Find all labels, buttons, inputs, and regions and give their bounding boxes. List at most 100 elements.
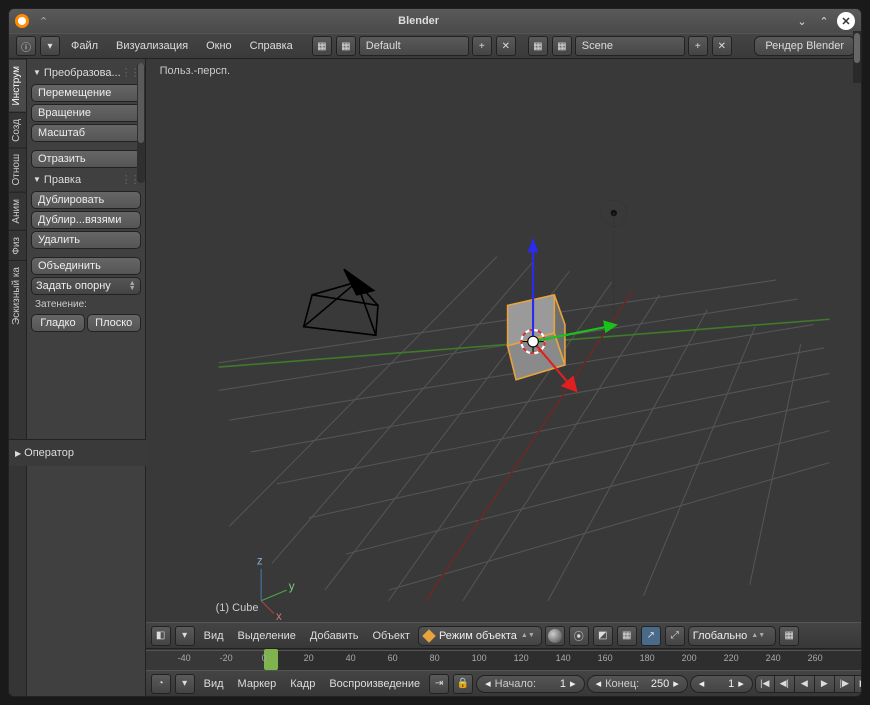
editor-type-icon[interactable]: ⓘ (16, 36, 36, 56)
mode-select[interactable]: Режим объекта▲▼ (418, 626, 542, 646)
range-icon[interactable]: ⇥ (429, 674, 449, 694)
timeline-tick: 240 (766, 653, 781, 663)
maximize-button[interactable]: ⌃ (815, 12, 833, 30)
minimize-button[interactable]: ⌄ (793, 12, 811, 30)
start-frame-field[interactable]: ◂Начало:1▸ (476, 675, 584, 693)
scene-add-button[interactable]: + (688, 36, 708, 56)
manipulator-type-icon[interactable]: ⤢ (665, 626, 685, 646)
lamp-object (601, 200, 626, 318)
mirror-button[interactable]: Отразить (31, 150, 141, 168)
shade-up-icon[interactable]: ⌃ (39, 15, 48, 28)
vp-menu-object[interactable]: Объект (366, 627, 415, 645)
current-frame-field[interactable]: ◂1▸ (690, 675, 753, 693)
shade-flat-button[interactable]: Плоско (87, 314, 141, 332)
panel-transform-header[interactable]: ▼Преобразова...⋮⋮ (31, 63, 141, 82)
render-engine-select[interactable]: Рендер Blender (754, 36, 855, 56)
tab-tools[interactable]: Инструм (9, 59, 26, 112)
cube-icon (422, 629, 436, 643)
jump-end-button[interactable]: ▶| (855, 675, 861, 693)
svg-text:y: y (288, 580, 294, 593)
editor-type-3d-icon[interactable]: ◧ (151, 626, 171, 646)
tl-menu-frame[interactable]: Кадр (284, 675, 321, 693)
timeline-header: ◔ ▾ Вид Маркер Кадр Воспроизведение ⇥ 🔒 … (146, 670, 861, 696)
timeline-editor-icon[interactable]: ◔ (151, 674, 171, 694)
timeline-tick: 160 (598, 653, 613, 663)
pivot-2-icon[interactable]: ◩ (593, 626, 613, 646)
3d-viewport[interactable]: Польз.-персп. + (146, 59, 861, 622)
lock-icon[interactable]: 🔒 (453, 674, 473, 694)
rotate-button[interactable]: Вращение (31, 104, 141, 122)
timeline-tick: 100 (472, 653, 487, 663)
content: Инструм Созд Отнош Аним Физ Эскизный ка … (9, 59, 861, 696)
tab-relations[interactable]: Отнош (9, 147, 26, 191)
operator-header[interactable]: ▶Оператор (13, 444, 167, 462)
menu-help[interactable]: Справка (242, 37, 301, 55)
blender-logo-icon (15, 14, 29, 28)
duplicate-linked-button[interactable]: Дублир...вязями (31, 211, 141, 229)
tl-menu-playback[interactable]: Воспроизведение (323, 675, 426, 693)
timeline-tick: 120 (514, 653, 529, 663)
scene-svg: z y x (146, 59, 861, 622)
timeline-tick: 20 (304, 653, 314, 663)
menu-file[interactable]: Файл (63, 37, 106, 55)
vp-menu-add[interactable]: Добавить (304, 627, 365, 645)
shading-select[interactable] (545, 626, 565, 646)
timeline-tick: 140 (556, 653, 571, 663)
scene-del-button[interactable]: ✕ (712, 36, 732, 56)
pivot-icon[interactable]: ⦿ (569, 626, 589, 646)
tl-menu-view[interactable]: Вид (198, 675, 230, 693)
layout-name-field[interactable]: Default (359, 36, 469, 56)
tab-create[interactable]: Созд (9, 112, 26, 148)
play-button[interactable]: ▶ (815, 675, 835, 693)
collapse-menu-icon[interactable]: ▾ (40, 36, 60, 56)
svg-text:x: x (276, 610, 282, 622)
timeline-ruler[interactable]: -40-200204060801001201401601802002202402… (146, 648, 861, 670)
shade-smooth-button[interactable]: Гладко (31, 314, 85, 332)
manipulator-toggle[interactable]: ↗ (641, 626, 661, 646)
tab-anim[interactable]: Аним (9, 192, 26, 230)
jump-start-button[interactable]: |◀ (755, 675, 775, 693)
timeline-tick: 0 (262, 653, 267, 663)
scale-button[interactable]: Масштаб (31, 124, 141, 142)
timeline-tick: 60 (388, 653, 398, 663)
scene-browse-icon[interactable]: ▦ (528, 36, 548, 56)
vp-menu-select[interactable]: Выделение (232, 627, 302, 645)
sphere-icon (548, 629, 562, 643)
scene-name-field[interactable]: Scene (575, 36, 685, 56)
svg-text:z: z (257, 555, 263, 568)
timeline-tick: -40 (178, 653, 191, 663)
collapse-icon[interactable]: ▾ (175, 626, 195, 646)
play-rev-button[interactable]: ◀ (795, 675, 815, 693)
scrollbar[interactable] (137, 63, 145, 183)
end-frame-field[interactable]: ◂Конец:250▸ (587, 675, 688, 693)
tab-physics[interactable]: Физ (9, 230, 26, 261)
tab-gpencil[interactable]: Эскизный ка (9, 260, 26, 331)
timeline-tick: -20 (220, 653, 233, 663)
orientation-select[interactable]: Глобально▲▼ (688, 626, 776, 646)
layers-icon[interactable]: ▦ (617, 626, 637, 646)
tool-panel: ▼Преобразова...⋮⋮ Перемещение Вращение М… (27, 59, 145, 696)
tl-collapse-icon[interactable]: ▾ (175, 674, 195, 694)
duplicate-button[interactable]: Дублировать (31, 191, 141, 209)
vp-menu-view[interactable]: Вид (198, 627, 230, 645)
prev-key-button[interactable]: ◀| (775, 675, 795, 693)
scene-browse-2-icon[interactable]: ▦ (552, 36, 572, 56)
set-origin-select[interactable]: Задать опорну▲▼ (31, 277, 141, 295)
layout-browse-icon[interactable]: ▦ (312, 36, 332, 56)
layer-grid-icon[interactable]: ▦ (779, 626, 799, 646)
layout-add-button[interactable]: + (472, 36, 492, 56)
menu-render[interactable]: Визуализация (108, 37, 196, 55)
timeline-tick: 260 (808, 653, 823, 663)
timeline-tick: 40 (346, 653, 356, 663)
layout-browse-2-icon[interactable]: ▦ (336, 36, 356, 56)
translate-button[interactable]: Перемещение (31, 84, 141, 102)
close-button[interactable]: ✕ (837, 12, 855, 30)
tl-menu-marker[interactable]: Маркер (232, 675, 283, 693)
titlebar: ⌃ Blender ⌄ ⌃ ✕ (9, 9, 861, 33)
next-key-button[interactable]: |▶ (835, 675, 855, 693)
layout-del-button[interactable]: ✕ (496, 36, 516, 56)
join-button[interactable]: Объединить (31, 257, 141, 275)
menu-window[interactable]: Окно (198, 37, 240, 55)
delete-button[interactable]: Удалить (31, 231, 141, 249)
panel-edit-header[interactable]: ▼Правка⋮⋮ (31, 170, 141, 189)
